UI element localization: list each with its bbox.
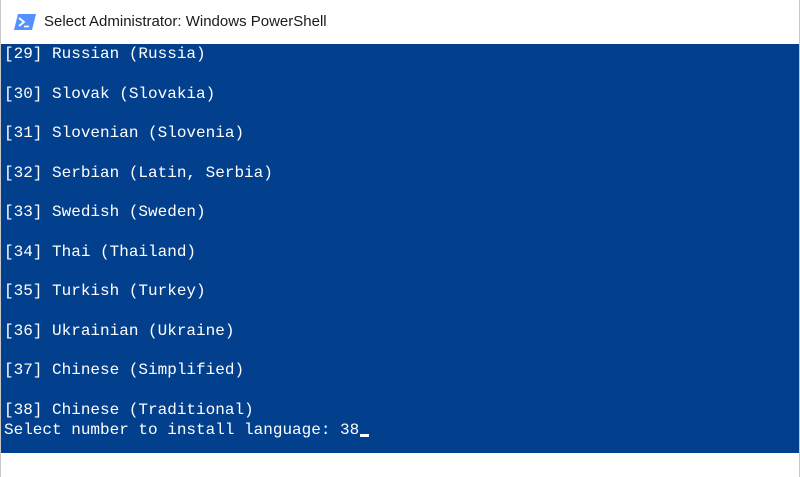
console-line: [35] Turkish (Turkey): [4, 282, 206, 300]
powershell-icon: [14, 14, 36, 30]
console-output[interactable]: [29] Russian (Russia) [30] Slovak (Slova…: [1, 44, 799, 453]
console-line: [34] Thai (Thailand): [4, 243, 197, 261]
powershell-window: Select Administrator: Windows PowerShell…: [0, 0, 800, 477]
console-line: [33] Swedish (Sweden): [4, 203, 206, 221]
console-line: [37] Chinese (Simplified): [4, 361, 245, 379]
console-prompt: Select number to install language: 38: [4, 421, 360, 439]
console-line: [31] Slovenian (Slovenia): [4, 124, 245, 142]
console-line: [32] Serbian (Latin, Serbia): [4, 164, 273, 182]
console-line: [29] Russian (Russia): [4, 45, 206, 63]
text-cursor: [360, 434, 370, 437]
window-title: Select Administrator: Windows PowerShell: [44, 13, 327, 30]
title-bar[interactable]: Select Administrator: Windows PowerShell: [1, 0, 799, 44]
window-bottom-edge: [1, 453, 799, 477]
console-line: [30] Slovak (Slovakia): [4, 85, 216, 103]
console-line: [36] Ukrainian (Ukraine): [4, 322, 235, 340]
console-prompt-line[interactable]: Select number to install language: 38: [4, 420, 370, 440]
console-line: [38] Chinese (Traditional): [4, 401, 254, 419]
